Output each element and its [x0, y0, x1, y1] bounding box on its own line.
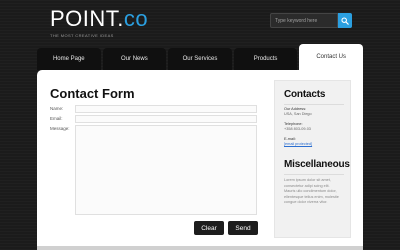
footer-strip — [37, 246, 363, 250]
sidebar-divider-2 — [284, 174, 344, 175]
address-value: USA, San Diego — [284, 112, 312, 116]
search-icon — [341, 16, 349, 25]
send-button[interactable]: Send — [228, 221, 258, 235]
sidebar-divider — [284, 104, 344, 105]
tab-our-services[interactable]: Our Services — [168, 48, 232, 70]
email-link[interactable]: [email protected] — [284, 142, 312, 147]
main-navigation: Home Page Our News Our Services Products… — [37, 44, 363, 70]
search-bar — [270, 13, 352, 28]
email-field[interactable] — [75, 115, 257, 123]
logo-tagline: THE MOST CREATIVE IDEAS — [50, 33, 114, 38]
tab-contact-us[interactable]: Contact Us — [299, 44, 363, 70]
logo-main-text: POINT. — [50, 6, 124, 31]
search-input[interactable] — [270, 13, 338, 28]
misc-text: Lorem ipsum dolor sit amet, consectetur … — [284, 178, 339, 205]
clear-button[interactable]: Clear — [194, 221, 224, 235]
message-textarea[interactable] — [75, 125, 257, 215]
message-label: Message: — [50, 126, 70, 131]
tab-our-news[interactable]: Our News — [102, 48, 167, 70]
tab-home-page[interactable]: Home Page — [37, 48, 101, 70]
site-logo[interactable]: POINT.co THE MOST CREATIVE IDEAS — [50, 6, 149, 39]
contacts-heading: Contacts — [284, 89, 326, 100]
misc-heading: Miscellaneous — [284, 159, 350, 170]
tab-products[interactable]: Products — [233, 48, 298, 70]
contacts-sidebar: Contacts Our Address: USA, San Diego Tel… — [274, 80, 351, 238]
contact-form-title: Contact Form — [50, 86, 135, 101]
logo-accent-text: co — [123, 6, 149, 31]
phone-value: +358 803-09-03 — [284, 127, 311, 131]
email-label: Email: — [50, 116, 63, 121]
search-button[interactable] — [338, 13, 352, 28]
content-panel: Contact Form Name: Email: Message: Clear… — [37, 70, 363, 250]
name-label: Name: — [50, 106, 64, 111]
name-field[interactable] — [75, 105, 257, 113]
